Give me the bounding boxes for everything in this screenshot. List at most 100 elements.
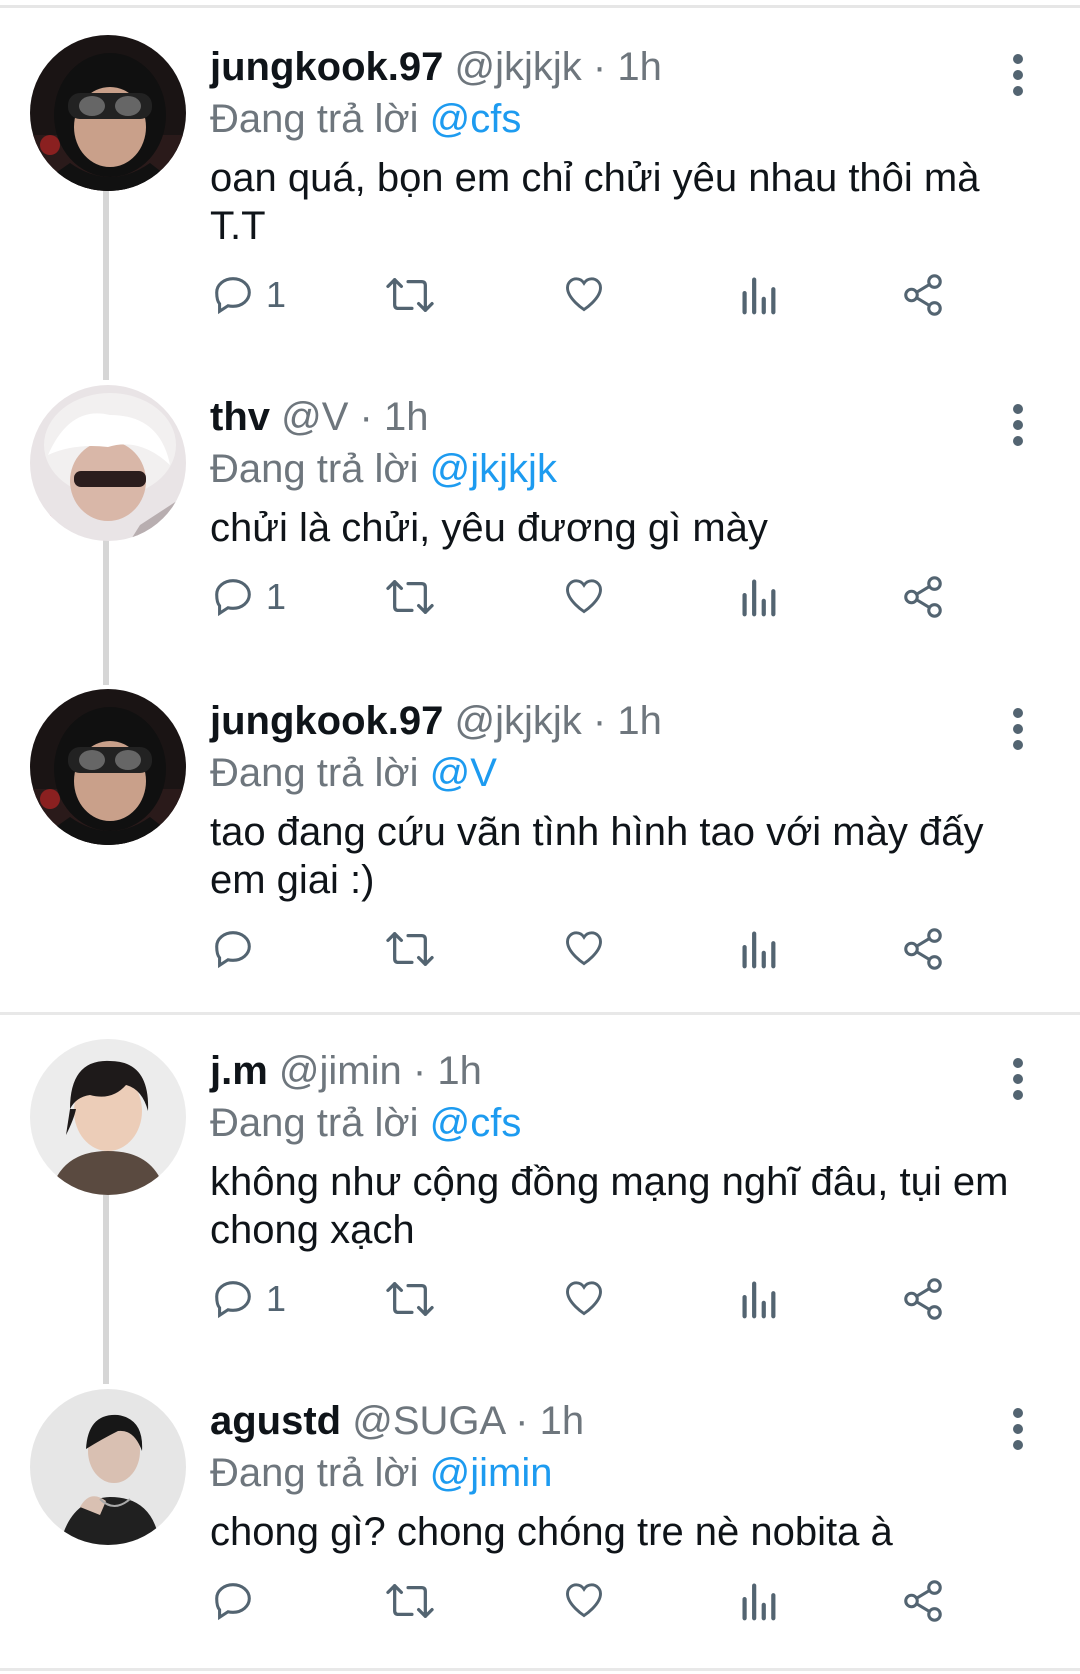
tweet-text: chửi là chửi, yêu đương gì mày [210, 506, 768, 550]
display-name[interactable]: agustd [210, 1399, 341, 1443]
reply-mention[interactable]: @cfs [430, 97, 522, 141]
avatar[interactable] [30, 1039, 186, 1195]
analytics-button[interactable] [738, 270, 778, 320]
more-options-icon[interactable] [1006, 708, 1030, 752]
heart-icon [566, 1583, 602, 1618]
reply-button[interactable]: 1 [210, 572, 310, 622]
retweet-icon [386, 932, 434, 966]
tweet-text: oan quá, bọn em chỉ chửi yêu nhau thôi m… [210, 156, 980, 248]
share-icon [904, 576, 942, 618]
replying-to: Đang trả lời @cfs [210, 92, 521, 146]
timestamp[interactable]: 1h [617, 699, 662, 743]
reply-button[interactable]: 1 [210, 1274, 310, 1324]
reply-button[interactable] [210, 924, 310, 974]
retweet-icon [386, 580, 434, 614]
analytics-icon [742, 931, 776, 969]
more-options-icon[interactable] [1006, 54, 1030, 98]
analytics-button[interactable] [738, 924, 778, 974]
bottom-divider [0, 1668, 1080, 1671]
user-handle[interactable]: @jkjkjk [455, 699, 582, 743]
share-button[interactable] [900, 1576, 946, 1626]
reply-icon [215, 1583, 251, 1621]
thread-line [103, 190, 109, 380]
reply-mention[interactable]: @cfs [430, 1101, 522, 1145]
heart-icon [566, 579, 602, 614]
user-handle[interactable]: @jimin [279, 1049, 402, 1093]
replying-label: Đang trả lời [210, 447, 419, 491]
analytics-button[interactable] [738, 572, 778, 622]
share-icon [904, 1278, 942, 1320]
avatar[interactable] [30, 1389, 186, 1545]
action-bar: 1 [210, 1274, 1030, 1324]
more-options-icon[interactable] [1006, 404, 1030, 448]
timestamp[interactable]: 1h [437, 1049, 482, 1093]
retweet-button[interactable] [385, 924, 435, 974]
replying-label: Đang trả lời [210, 751, 419, 795]
action-bar [210, 1576, 1030, 1626]
display-name[interactable]: j.m [210, 1049, 268, 1093]
share-icon [904, 1580, 942, 1622]
action-bar: 1 [210, 270, 1030, 320]
more-options-icon[interactable] [1006, 1408, 1030, 1452]
retweet-button[interactable] [385, 270, 435, 320]
avatar[interactable] [30, 689, 186, 845]
heart-icon [566, 931, 602, 966]
user-handle[interactable]: @jkjkjk [455, 45, 582, 89]
retweet-icon [386, 1282, 434, 1316]
like-button[interactable] [562, 1576, 608, 1626]
display-name[interactable]: jungkook.97 [210, 699, 443, 743]
like-button[interactable] [562, 572, 608, 622]
tweet-header: j.m @jimin · 1h [210, 1044, 482, 1098]
user-handle[interactable]: @SUGA [352, 1399, 504, 1443]
reply-mention[interactable]: @V [430, 751, 497, 795]
analytics-icon [742, 579, 776, 617]
thread-line [103, 1194, 109, 1384]
separator-dot: · [592, 699, 607, 743]
user-handle[interactable]: @V [281, 395, 348, 439]
tweet-header: jungkook.97 @jkjkjk · 1h [210, 40, 662, 94]
share-button[interactable] [900, 924, 946, 974]
share-button[interactable] [900, 1274, 946, 1324]
replying-to: Đang trả lời @jimin [210, 1446, 553, 1500]
more-options-icon[interactable] [1006, 1058, 1030, 1102]
avatar[interactable] [30, 385, 186, 541]
conversation-divider [0, 1012, 1080, 1015]
timestamp[interactable]: 1h [384, 395, 429, 439]
tweet-text: chong gì? chong chóng tre nè nobita à [210, 1510, 893, 1554]
separator-dot: · [412, 1049, 427, 1093]
like-button[interactable] [562, 924, 608, 974]
separator-dot: · [515, 1399, 529, 1443]
analytics-button[interactable] [738, 1274, 778, 1324]
reply-mention[interactable]: @jimin [430, 1451, 553, 1495]
display-name[interactable]: thv [210, 395, 270, 439]
reply-button[interactable]: 1 [210, 270, 310, 320]
analytics-button[interactable] [738, 1576, 778, 1626]
share-button[interactable] [900, 270, 946, 320]
retweet-icon [386, 1584, 434, 1618]
reply-button[interactable] [210, 1576, 310, 1626]
display-name[interactable]: jungkook.97 [210, 45, 443, 89]
like-button[interactable] [562, 1274, 608, 1324]
analytics-icon [742, 277, 776, 315]
share-icon [904, 274, 942, 316]
share-button[interactable] [900, 572, 946, 622]
reply-icon [215, 931, 251, 969]
retweet-button[interactable] [385, 572, 435, 622]
reply-icon [215, 579, 251, 617]
reply-count: 1 [266, 576, 287, 617]
replying-to: Đang trả lời @V [210, 746, 497, 800]
timestamp[interactable]: 1h [617, 45, 662, 89]
heart-icon [566, 277, 602, 312]
reply-mention[interactable]: @jkjkjk [430, 447, 557, 491]
analytics-icon [742, 1281, 776, 1319]
retweet-button[interactable] [385, 1576, 435, 1626]
top-divider [0, 5, 1080, 8]
retweet-button[interactable] [385, 1274, 435, 1324]
separator-dot: · [359, 395, 373, 439]
avatar[interactable] [30, 35, 186, 191]
tweet-header: agustd @SUGA · 1h [210, 1394, 584, 1448]
share-icon [904, 928, 942, 970]
timestamp[interactable]: 1h [540, 1399, 585, 1443]
tweet-text: tao đang cứu vãn tình hình tao với mày đ… [210, 810, 984, 902]
like-button[interactable] [562, 270, 608, 320]
